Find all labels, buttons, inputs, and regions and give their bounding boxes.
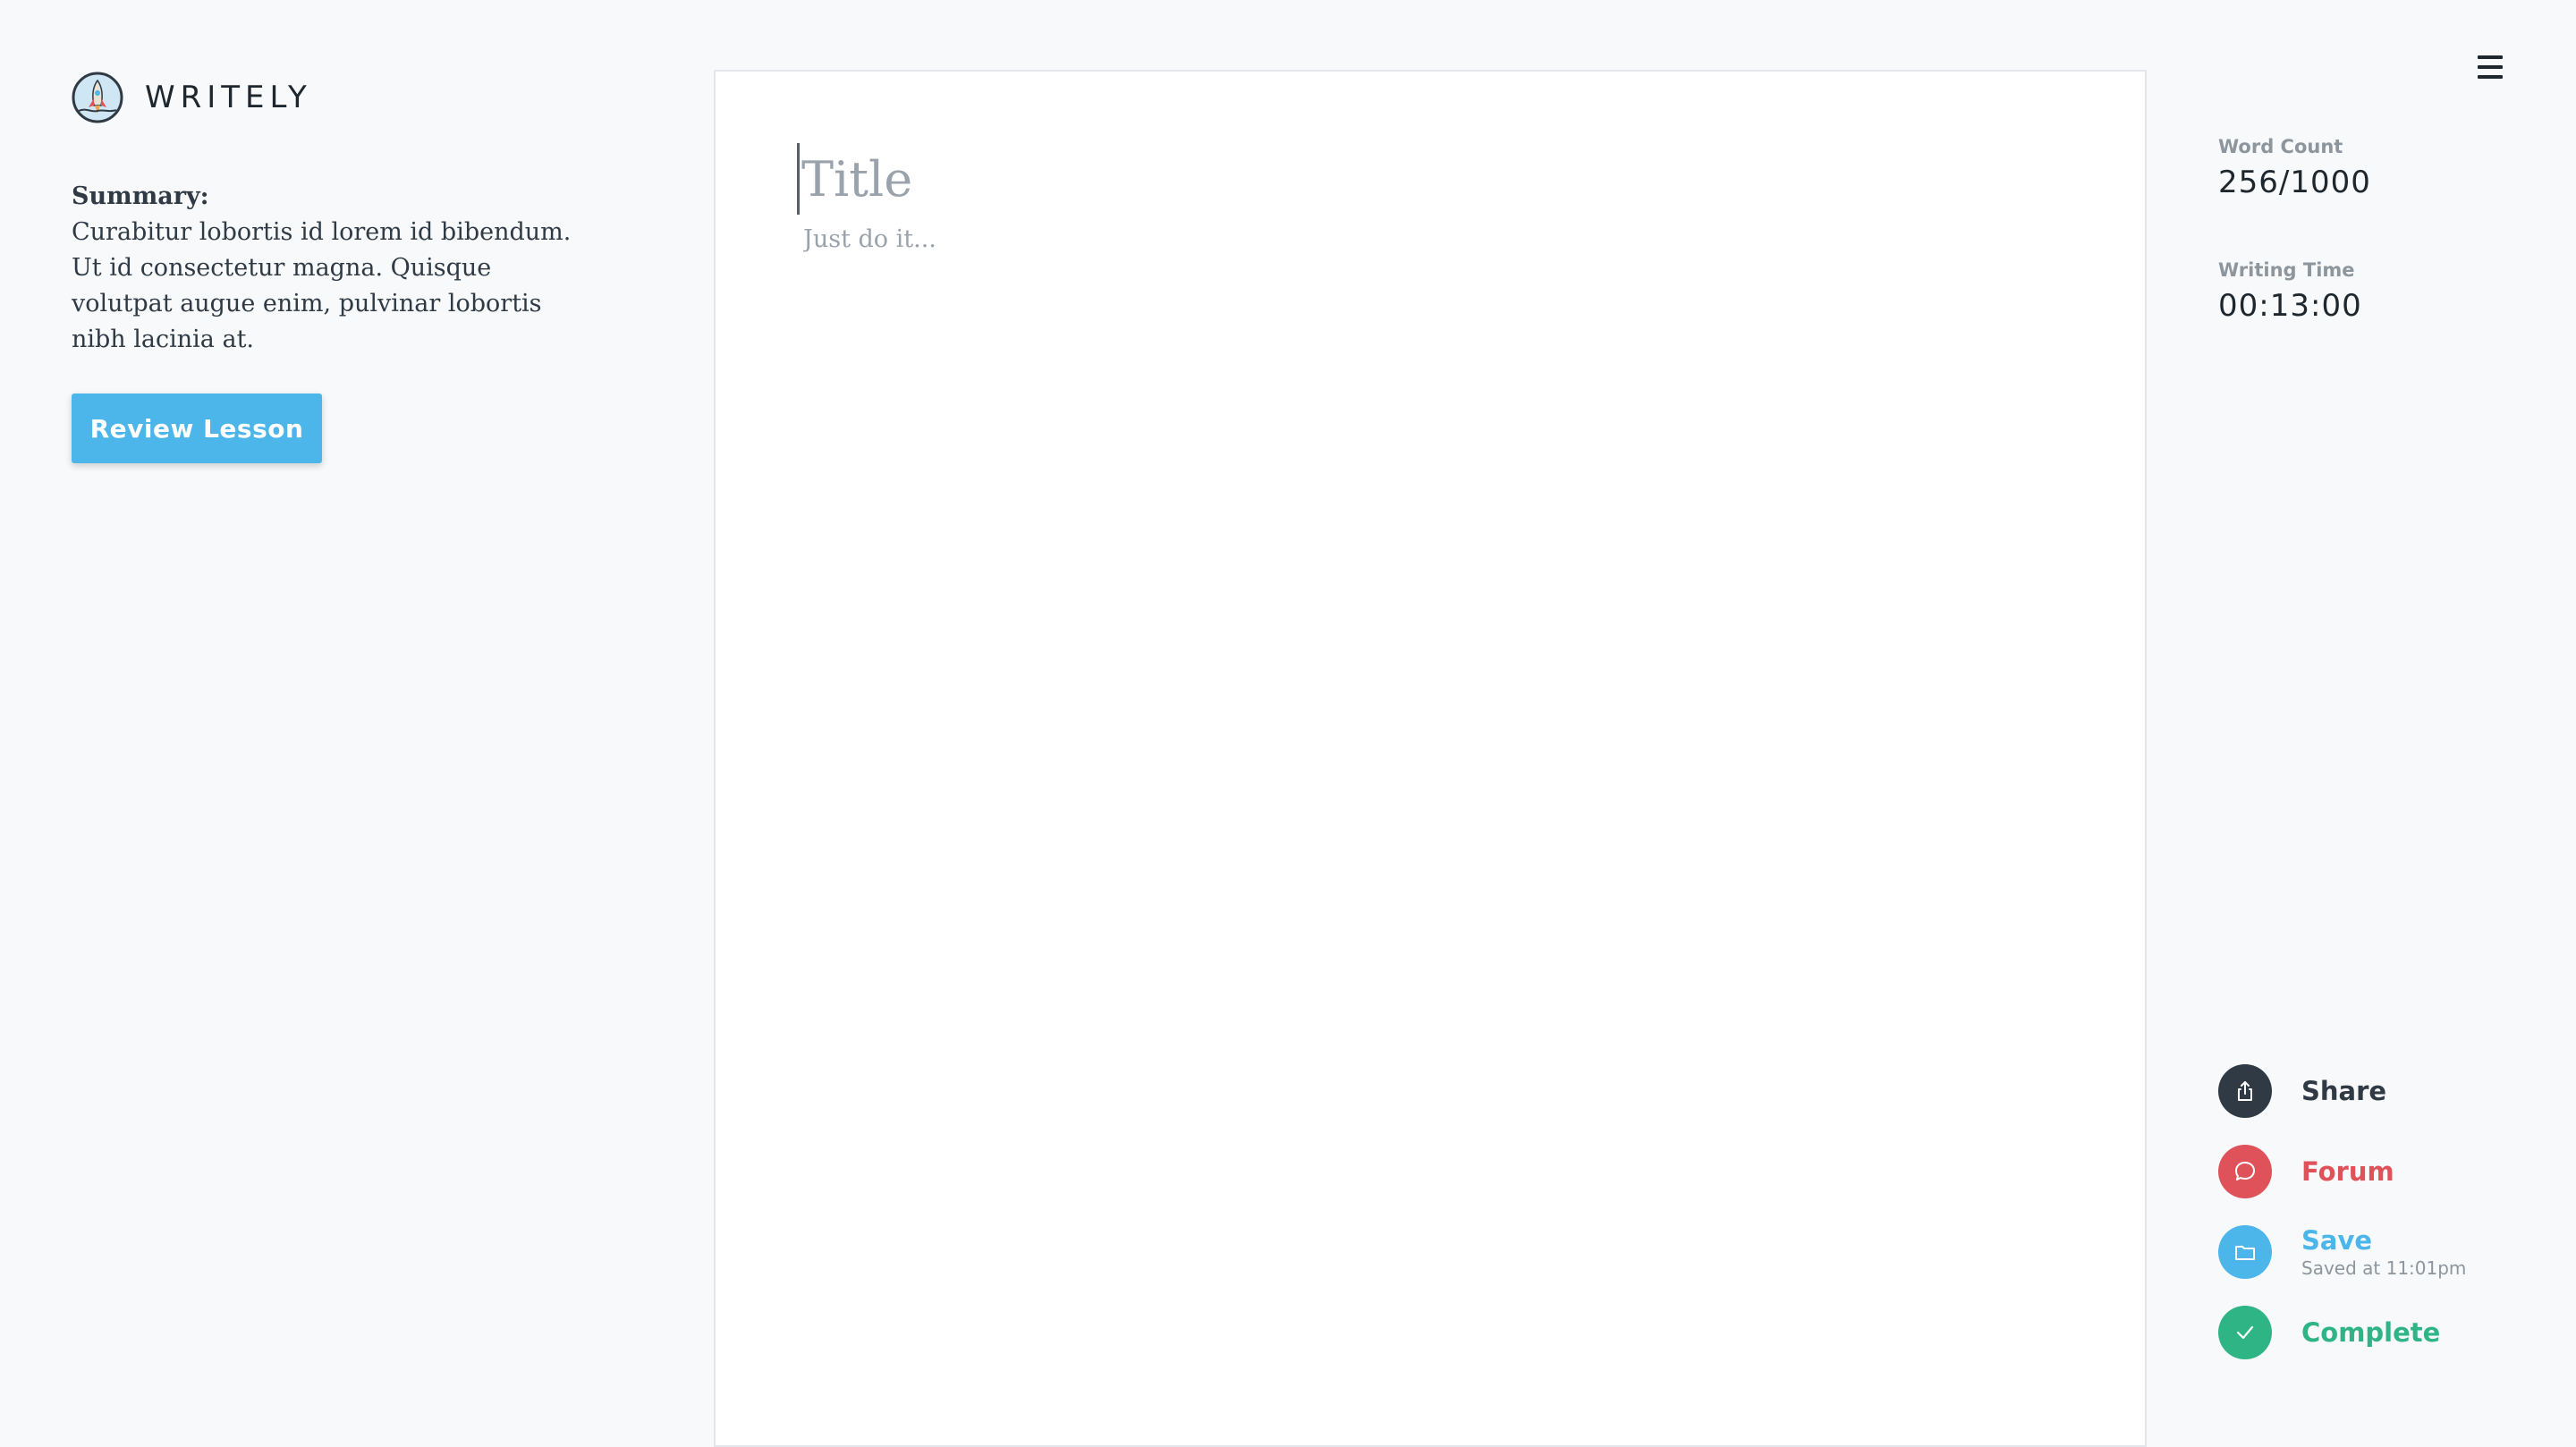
saved-time-status: Saved at 11:01pm [2301,1257,2467,1279]
app-name: WRITELY [145,80,312,115]
editor-panel [714,70,2147,1447]
writing-time-value: 00:13:00 [2218,288,2362,324]
word-count-label: Word Count [2218,136,2343,157]
writing-time-label: Writing Time [2218,259,2355,281]
forum-label: Forum [2301,1156,2394,1187]
text-cursor [797,143,800,215]
save-action[interactable]: Save Saved at 11:01pm [2218,1225,2466,1279]
writing-time-stat: Writing Time 00:13:00 [2218,259,2362,324]
app-logo[interactable]: WRITELY [72,72,312,123]
word-count-stat: Word Count 256/1000 [2218,136,2371,200]
word-count-value: 256/1000 [2218,165,2371,200]
body-textarea[interactable] [803,225,2055,1299]
share-label: Share [2301,1076,2387,1106]
summary-text: Curabitur lobortis id lorem id bibendum.… [72,218,572,353]
forum-action[interactable]: Forum [2218,1145,2394,1198]
summary-label: Summary: [72,182,209,210]
title-input[interactable] [801,143,2054,215]
checkmark-icon [2218,1306,2272,1359]
share-action[interactable]: Share [2218,1064,2386,1118]
complete-action[interactable]: Complete [2218,1306,2440,1359]
folder-icon [2218,1225,2272,1279]
complete-label: Complete [2301,1317,2441,1348]
chat-bubble-icon [2218,1145,2272,1198]
rocket-logo-icon [72,72,123,123]
save-label: Save [2301,1225,2373,1256]
hamburger-menu-icon[interactable] [2472,52,2508,84]
lesson-summary: Summary: Curabitur lobortis id lorem id … [72,179,572,358]
share-icon [2218,1064,2272,1118]
review-lesson-button[interactable]: Review Lesson [72,393,322,463]
